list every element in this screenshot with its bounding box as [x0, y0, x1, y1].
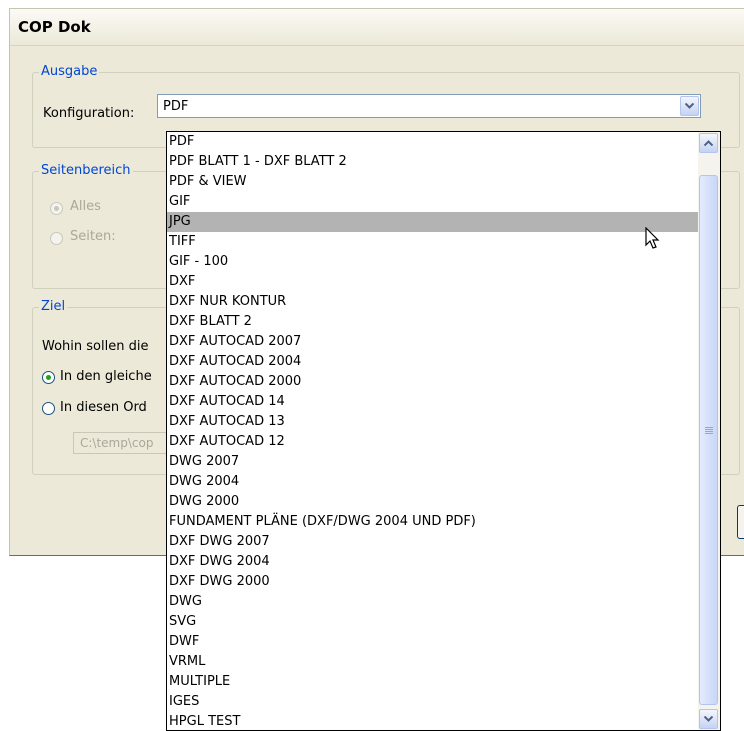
konfiguration-dropdown-list[interactable]: PDF PDF BLATT 1 - DXF BLATT 2 PDF & VIEW GI…: [166, 131, 721, 731]
same-folder-radio[interactable]: [42, 371, 55, 384]
dropdown-option[interactable]: JPG: [167, 212, 698, 232]
window-title: COP Dok: [18, 18, 91, 36]
chevron-down-icon[interactable]: [699, 709, 718, 729]
dropdown-option[interactable]: DXF AUTOCAD 12: [167, 432, 698, 452]
dropdown-option[interactable]: PDF: [167, 132, 698, 152]
same-folder-label: In den gleiche: [60, 369, 152, 384]
dropdown-option[interactable]: DXF AUTOCAD 2007: [167, 332, 698, 352]
dropdown-option[interactable]: PDF & VIEW: [167, 172, 698, 192]
dropdown-option[interactable]: DXF DWG 2007: [167, 532, 698, 552]
dropdown-option[interactable]: FUNDAMENT PLÄNE (DXF/DWG 2004 UND PDF): [167, 512, 698, 532]
konfiguration-value: PDF: [163, 99, 189, 114]
ausgabe-legend: Ausgabe: [39, 64, 100, 79]
konfiguration-select[interactable]: PDF: [157, 94, 701, 118]
dropdown-option[interactable]: MULTIPLE: [167, 672, 698, 692]
dropdown-option[interactable]: IGES: [167, 692, 698, 712]
seiten-label: Seiten:: [70, 229, 116, 244]
ziel-legend: Ziel: [39, 299, 68, 314]
dropdown-option[interactable]: DXF DWG 2004: [167, 552, 698, 572]
mouse-pointer-icon: [645, 227, 660, 249]
chevron-up-icon[interactable]: [699, 133, 718, 153]
dropdown-option[interactable]: DXF AUTOCAD 14: [167, 392, 698, 412]
this-folder-radio[interactable]: [42, 402, 55, 415]
ziel-question: Wohin sollen die: [42, 339, 149, 354]
chevron-down-icon[interactable]: [680, 96, 699, 116]
dropdown-option[interactable]: DWG 2007: [167, 452, 698, 472]
alles-radio[interactable]: [50, 202, 63, 215]
dropdown-option[interactable]: DXF AUTOCAD 2000: [167, 372, 698, 392]
dropdown-option[interactable]: GIF: [167, 192, 698, 212]
dropdown-option[interactable]: DXF DWG 2000: [167, 572, 698, 592]
dropdown-option[interactable]: DWF: [167, 632, 698, 652]
dropdown-option[interactable]: DWG 2000: [167, 492, 698, 512]
scrollbar-thumb[interactable]: [699, 175, 718, 705]
dropdown-option[interactable]: DXF NUR KONTUR: [167, 292, 698, 312]
alles-label: Alles: [70, 199, 101, 214]
dropdown-option[interactable]: PDF BLATT 1 - DXF BLATT 2: [167, 152, 698, 172]
dropdown-option[interactable]: DXF AUTOCAD 2004: [167, 352, 698, 372]
dropdown-option[interactable]: DXF BLATT 2: [167, 312, 698, 332]
dropdown-option[interactable]: VRML: [167, 652, 698, 672]
dropdown-option[interactable]: DXF: [167, 272, 698, 292]
this-folder-label: In diesen Ord: [60, 400, 147, 415]
seiten-radio[interactable]: [50, 232, 63, 245]
dropdown-scrollbar[interactable]: [698, 132, 720, 730]
dropdown-option[interactable]: SVG: [167, 612, 698, 632]
ok-button[interactable]: [737, 505, 744, 539]
seitenbereich-legend: Seitenbereich: [39, 163, 133, 178]
dropdown-option[interactable]: GIF - 100: [167, 252, 698, 272]
dropdown-option[interactable]: TIFF: [167, 232, 698, 252]
dropdown-option[interactable]: DXF AUTOCAD 13: [167, 412, 698, 432]
dropdown-option[interactable]: DWG: [167, 592, 698, 612]
konfiguration-label: Konfiguration:: [43, 106, 135, 121]
title-bar[interactable]: COP Dok: [10, 9, 744, 46]
dropdown-option[interactable]: HPGL TEST: [167, 712, 698, 730]
dropdown-option[interactable]: DWG 2004: [167, 472, 698, 492]
